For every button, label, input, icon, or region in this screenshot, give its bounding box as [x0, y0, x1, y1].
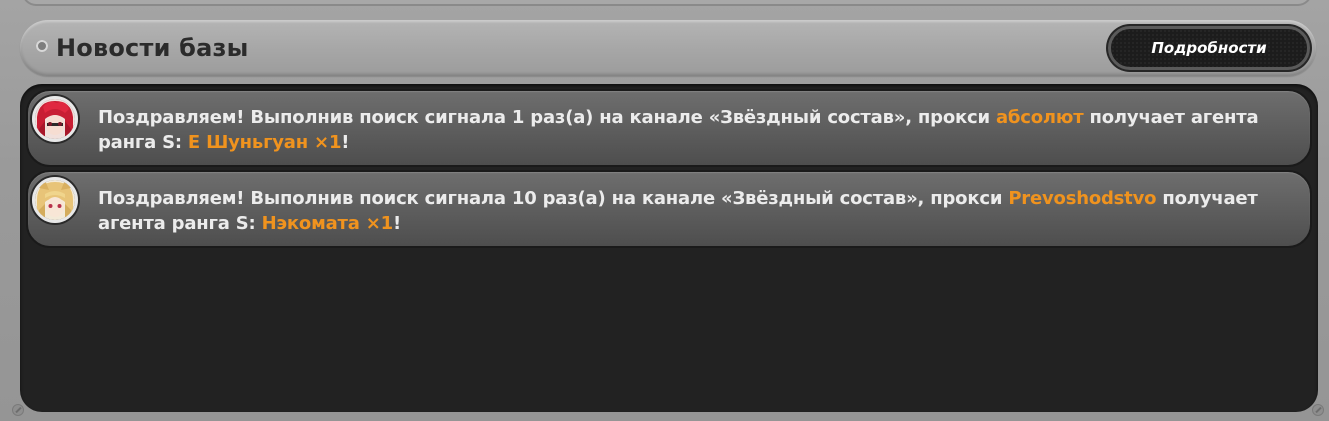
red-haired-character-avatar-icon: [32, 96, 78, 142]
blonde-character-avatar-icon: [32, 177, 78, 223]
agent-name: Нэкомата ×1: [261, 213, 394, 234]
previous-panel-edge: [22, 0, 1312, 6]
news-prefix: Поздравляем! Выполнив поиск сигнала 10 р…: [98, 188, 1009, 209]
screw-icon: [1312, 404, 1324, 416]
player-name: Prevoshodstvo: [1008, 188, 1157, 209]
player-name: абсолют: [995, 107, 1084, 128]
title-bullet-icon: [36, 40, 48, 52]
agent-name: Е Шуньгуан ×1: [187, 132, 342, 153]
section-title: Новости базы: [56, 34, 249, 62]
screw-icon: [12, 404, 24, 416]
news-suffix: !: [341, 132, 350, 153]
news-suffix: !: [393, 213, 402, 234]
news-prefix: Поздравляем! Выполнив поиск сигнала 1 ра…: [98, 107, 996, 128]
news-message: Поздравляем! Выполнив поиск сигнала 10 р…: [98, 186, 1288, 236]
news-item: Поздравляем! Выполнив поиск сигнала 10 р…: [26, 170, 1312, 248]
news-message: Поздравляем! Выполнив поиск сигнала 1 ра…: [98, 105, 1288, 155]
details-button[interactable]: Подробности: [1108, 26, 1310, 70]
news-item: Поздравляем! Выполнив поиск сигнала 1 ра…: [26, 89, 1312, 167]
